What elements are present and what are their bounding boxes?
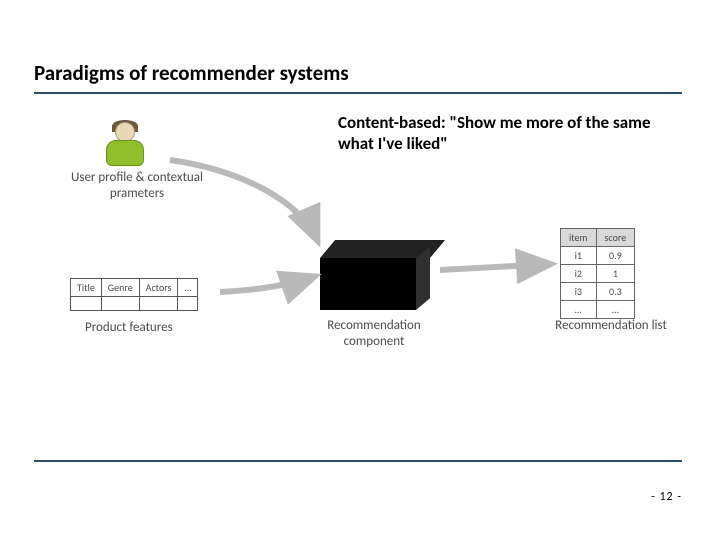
recommendation-component-label: Recommendation component <box>304 318 444 351</box>
divider-top <box>34 92 682 94</box>
table-row: i21 <box>561 265 635 283</box>
user-icon <box>100 122 150 166</box>
product-features-table: Title Genre Actors … <box>70 278 198 311</box>
page-number: - 12 - <box>651 490 682 504</box>
callout-text: Content-based: "Show me more of the same… <box>338 112 678 155</box>
recommendation-component-cube <box>320 240 430 318</box>
col-header: Title <box>71 279 102 297</box>
col-header: Genre <box>101 279 139 297</box>
table-row: item score <box>561 229 635 247</box>
recommendation-list-table: item score i10.9 i21 i30.3 …… <box>560 228 635 319</box>
table-row <box>71 297 198 311</box>
slide: Paradigms of recommender systems Content… <box>0 0 720 540</box>
col-header: score <box>596 229 635 247</box>
col-header: item <box>561 229 597 247</box>
product-features-label: Product features <box>85 320 173 335</box>
col-header: Actors <box>139 279 178 297</box>
slide-title: Paradigms of recommender systems <box>34 60 349 86</box>
table-row: i30.3 <box>561 283 635 301</box>
col-header: … <box>178 279 198 297</box>
divider-bottom <box>34 460 682 462</box>
table-row: Title Genre Actors … <box>71 279 198 297</box>
user-profile-label: User profile & contextual prameters <box>62 170 212 203</box>
table-row: i10.9 <box>561 247 635 265</box>
table-row: …… <box>561 301 635 319</box>
recommendation-list-label: Recommendation list <box>546 318 676 334</box>
